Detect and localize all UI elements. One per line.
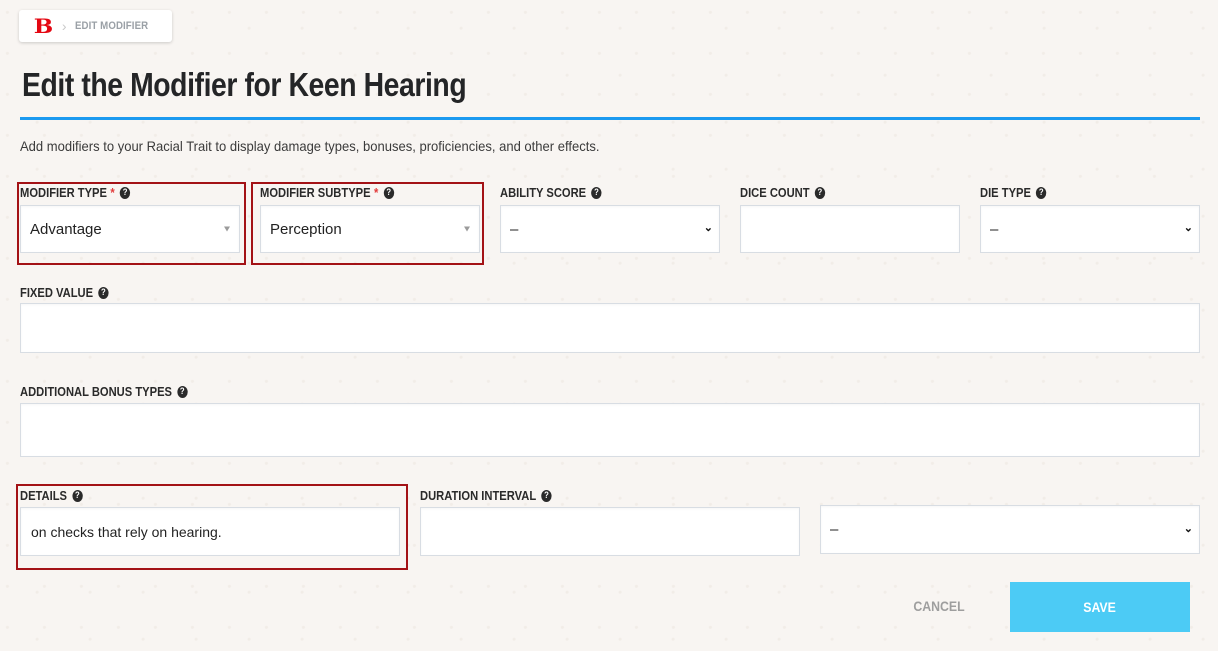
label-text: FIXED VALUE bbox=[20, 285, 94, 300]
label-text: MODIFIER TYPE bbox=[20, 185, 107, 200]
modifier-type-select[interactable]: Advantage bbox=[20, 205, 240, 253]
brand-logo[interactable]: B bbox=[34, 16, 53, 36]
modifier-subtype-label: MODIFIER SUBTYPE * ? bbox=[260, 185, 394, 200]
chevron-down-icon: ⌄ bbox=[1183, 522, 1193, 535]
save-button[interactable]: SAVE bbox=[1010, 582, 1190, 632]
required-asterisk: * bbox=[374, 185, 379, 200]
additional-bonus-types-label: ADDITIONAL BONUS TYPES ? bbox=[20, 384, 188, 399]
chevron-right-icon: › bbox=[61, 18, 67, 34]
additional-bonus-types-input[interactable] bbox=[20, 403, 1200, 457]
question-circle-icon[interactable]: ? bbox=[1036, 186, 1047, 199]
required-asterisk: * bbox=[110, 185, 115, 200]
duration-interval-input[interactable] bbox=[420, 507, 800, 556]
fixed-value-label: FIXED VALUE ? bbox=[20, 285, 109, 300]
question-circle-icon[interactable]: ? bbox=[177, 385, 188, 398]
chevron-down-icon: ⌄ bbox=[1183, 222, 1193, 235]
question-circle-icon[interactable]: ? bbox=[541, 489, 552, 502]
cancel-button[interactable]: CANCEL bbox=[905, 590, 974, 622]
details-input[interactable]: on checks that rely on hearing. bbox=[20, 507, 400, 556]
page-description: Add modifiers to your Racial Trait to di… bbox=[20, 138, 600, 154]
ability-score-select[interactable]: – ⌄ bbox=[500, 205, 720, 253]
die-type-label: DIE TYPE ? bbox=[980, 185, 1047, 200]
modifier-type-label: MODIFIER TYPE * ? bbox=[20, 185, 131, 200]
chevron-down-icon: ⌄ bbox=[703, 222, 713, 235]
caret-down-icon bbox=[464, 226, 470, 232]
label-text: ADDITIONAL BONUS TYPES bbox=[20, 384, 172, 399]
save-button-label: SAVE bbox=[1083, 599, 1117, 615]
duration-unit-select[interactable]: – ⌄ bbox=[820, 505, 1200, 554]
label-text: MODIFIER SUBTYPE bbox=[260, 185, 371, 200]
question-circle-icon[interactable]: ? bbox=[814, 186, 826, 199]
question-circle-icon[interactable]: ? bbox=[98, 286, 109, 299]
breadcrumb: B › EDIT MODIFIER bbox=[19, 10, 172, 42]
duration-interval-label: DURATION INTERVAL ? bbox=[420, 488, 552, 503]
dice-count-label: DICE COUNT ? bbox=[740, 185, 826, 200]
question-circle-icon[interactable]: ? bbox=[591, 186, 602, 199]
ability-score-label: ABILITY SCORE ? bbox=[500, 185, 602, 200]
label-text: DIE TYPE bbox=[980, 185, 1031, 200]
modifier-subtype-value: Perception bbox=[270, 220, 342, 238]
die-type-select[interactable]: – ⌄ bbox=[980, 205, 1200, 253]
die-type-value: – bbox=[990, 220, 999, 238]
label-text: DETAILS bbox=[20, 488, 68, 503]
label-text: DURATION INTERVAL bbox=[420, 488, 537, 503]
details-value: on checks that rely on hearing. bbox=[31, 523, 222, 540]
ability-score-value: – bbox=[510, 220, 519, 238]
label-text: DICE COUNT bbox=[740, 185, 810, 200]
modifier-subtype-select[interactable]: Perception bbox=[260, 205, 480, 253]
question-circle-icon[interactable]: ? bbox=[119, 186, 131, 199]
dice-count-input[interactable] bbox=[740, 205, 960, 253]
page-title: Edit the Modifier for Keen Hearing bbox=[22, 66, 467, 103]
label-text: ABILITY SCORE bbox=[500, 185, 587, 200]
question-circle-icon[interactable]: ? bbox=[72, 489, 83, 502]
question-circle-icon[interactable]: ? bbox=[383, 186, 394, 199]
fixed-value-input[interactable] bbox=[20, 303, 1200, 353]
details-label: DETAILS ? bbox=[20, 488, 83, 503]
breadcrumb-current: EDIT MODIFIER bbox=[74, 20, 148, 32]
duration-unit-value: – bbox=[830, 521, 839, 538]
caret-down-icon bbox=[224, 226, 230, 232]
modifier-type-value: Advantage bbox=[30, 220, 102, 238]
title-divider bbox=[20, 117, 1200, 120]
